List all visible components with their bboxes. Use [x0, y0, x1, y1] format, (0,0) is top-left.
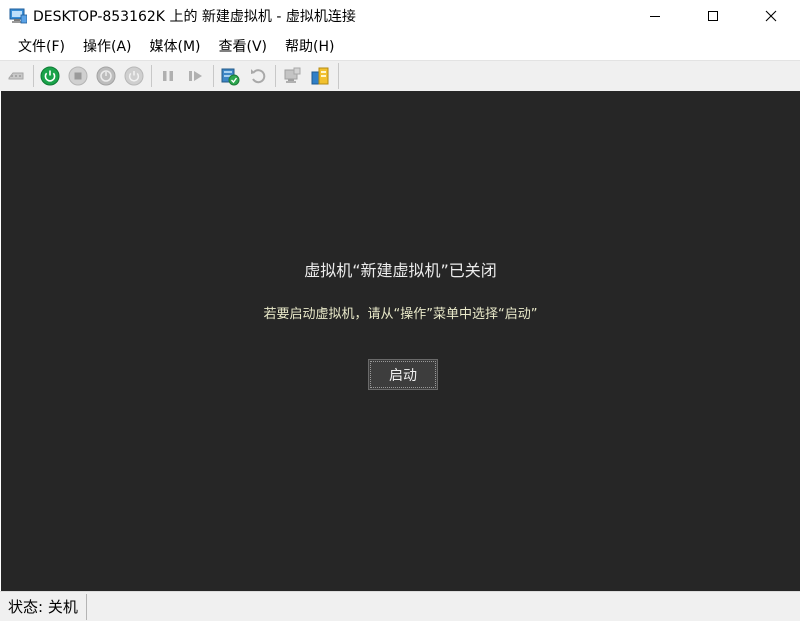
- minimize-icon: [650, 16, 660, 17]
- menu-help[interactable]: 帮助(H): [276, 33, 343, 59]
- window-title: DESKTOP-853162K 上的 新建虚拟机 - 虚拟机连接: [33, 9, 356, 25]
- resume-icon: [189, 71, 202, 81]
- status-text: 状态: 关机: [8, 598, 78, 616]
- save-state-button[interactable]: [122, 64, 146, 88]
- ctrl-alt-del-button[interactable]: [4, 64, 28, 88]
- vm-connection-icon: [9, 8, 28, 24]
- enhanced-session-icon: [284, 67, 301, 83]
- enhanced-session-button[interactable]: [280, 64, 304, 88]
- menu-view[interactable]: 查看(V): [210, 33, 277, 59]
- pause-icon: [163, 71, 173, 81]
- close-icon: [765, 10, 777, 22]
- pause-button[interactable]: [156, 64, 180, 88]
- toolbar-separator: [275, 65, 276, 87]
- share-button[interactable]: [308, 64, 332, 88]
- checkpoint-icon: [221, 68, 240, 86]
- vm-display-area[interactable]: 虚拟机“新建虚拟机”已关闭 若要启动虚拟机，请从“操作”菜单中选择“启动” 启动: [1, 91, 800, 591]
- start-button[interactable]: 启动: [368, 359, 438, 390]
- title-bar: DESKTOP-853162K 上的 新建虚拟机 - 虚拟机连接: [0, 0, 800, 32]
- close-button[interactable]: [742, 0, 800, 32]
- turn-off-icon: [68, 66, 88, 86]
- start-toolbar-button[interactable]: [38, 64, 62, 88]
- toolbar: [0, 60, 800, 91]
- ctrl-alt-del-icon: [8, 72, 24, 80]
- menu-action[interactable]: 操作(A): [74, 33, 141, 59]
- maximize-icon: [708, 11, 718, 21]
- vm-start-instruction: 若要启动虚拟机，请从“操作”菜单中选择“启动”: [263, 307, 538, 322]
- revert-icon: [251, 69, 266, 84]
- maximize-button[interactable]: [684, 0, 742, 32]
- toolbar-separator: [213, 65, 214, 87]
- status-separator: [85, 593, 87, 620]
- checkpoint-button[interactable]: [218, 64, 242, 88]
- resume-button[interactable]: [184, 64, 208, 88]
- window-controls: [626, 0, 800, 32]
- menu-bar: 文件(F) 操作(A) 媒体(M) 查看(V) 帮助(H): [0, 32, 800, 60]
- menu-media[interactable]: 媒体(M): [141, 33, 210, 59]
- power-on-icon: [40, 66, 60, 86]
- toolbar-separator: [338, 63, 339, 89]
- toolbar-separator: [33, 65, 34, 87]
- toolbar-separator: [151, 65, 152, 87]
- status-bar: 状态: 关机: [0, 591, 800, 621]
- menu-file[interactable]: 文件(F): [9, 33, 74, 59]
- turn-off-button[interactable]: [66, 64, 90, 88]
- revert-button[interactable]: [246, 64, 270, 88]
- power-button-icon: [124, 66, 144, 86]
- minimize-button[interactable]: [626, 0, 684, 32]
- shut-down-button[interactable]: [94, 64, 118, 88]
- shut-down-icon: [96, 66, 116, 86]
- share-icon: [311, 67, 329, 85]
- vm-off-heading: 虚拟机“新建虚拟机”已关闭: [304, 261, 497, 280]
